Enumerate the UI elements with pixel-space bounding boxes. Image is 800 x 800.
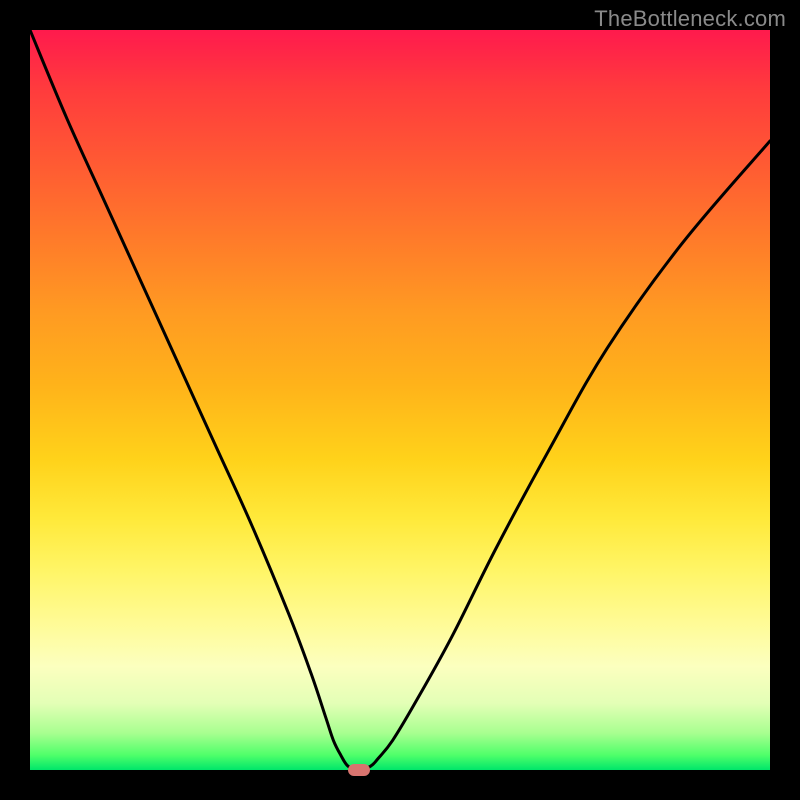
watermark-text: TheBottleneck.com [594, 6, 786, 32]
chart-frame: TheBottleneck.com [0, 0, 800, 800]
plot-area [30, 30, 770, 770]
optimal-marker [348, 764, 370, 776]
bottleneck-curve [30, 30, 770, 770]
curve-svg [30, 30, 770, 770]
